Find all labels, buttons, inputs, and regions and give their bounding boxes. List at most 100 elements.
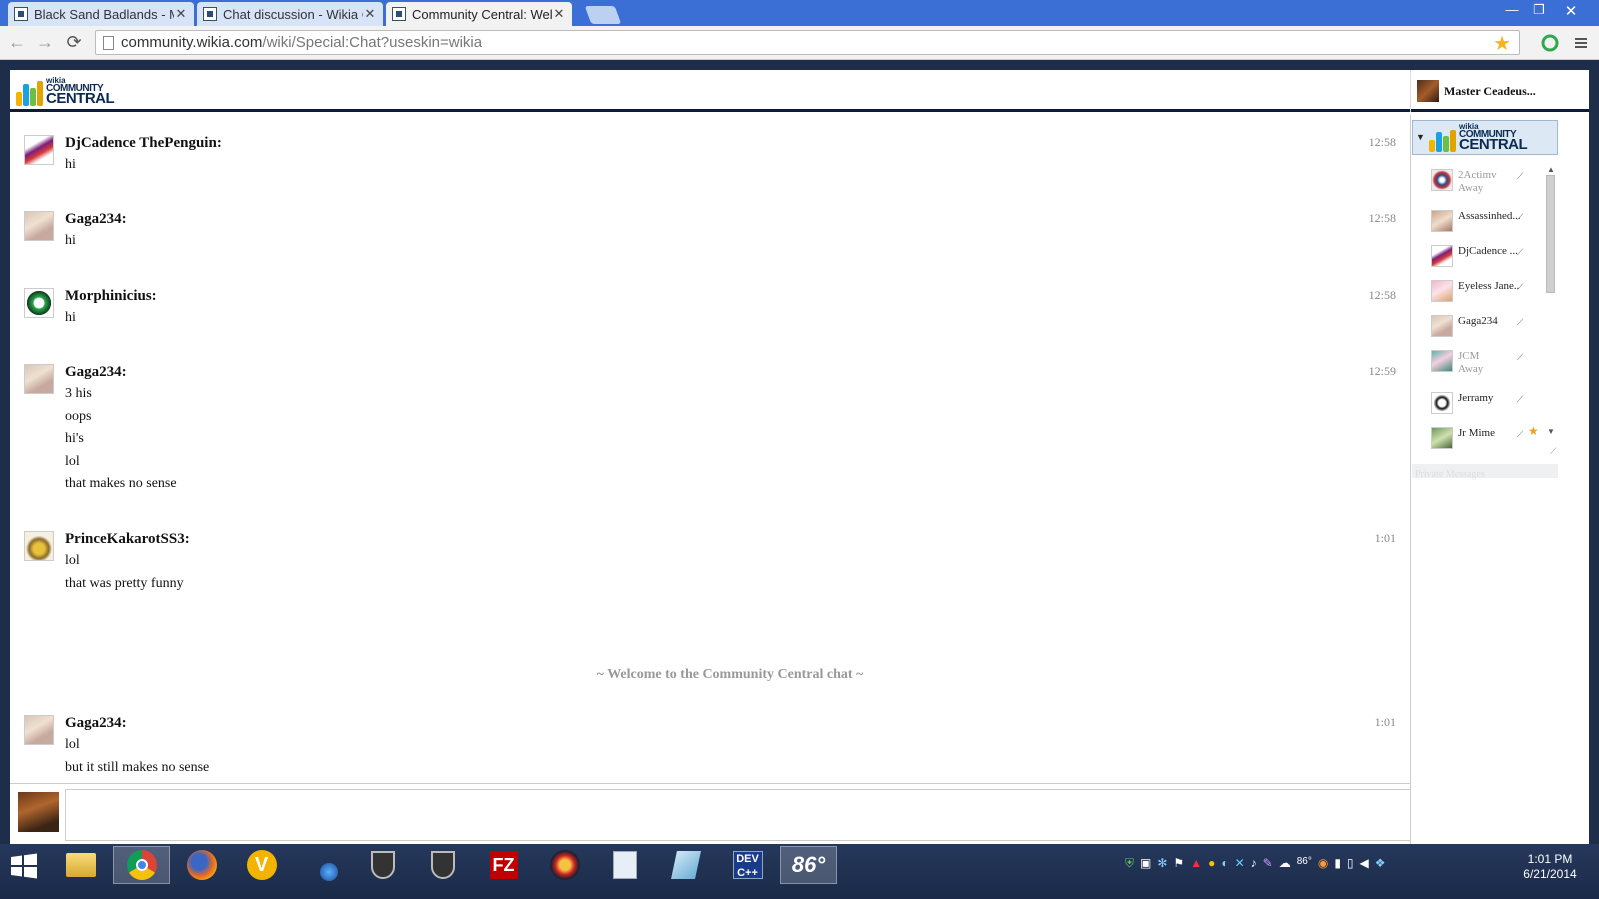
room-header[interactable]: ▼ wikia COMMUNITY CENTRAL (1412, 120, 1558, 155)
tray-shield-icon[interactable]: ⛨ (1125, 856, 1134, 871)
user-list-item[interactable]: Eyeless Jane... ⟋ (1431, 280, 1541, 304)
avatar (1431, 427, 1453, 449)
tab-close-icon[interactable]: ✕ (363, 6, 377, 22)
avatar (1431, 392, 1453, 414)
menu-icon[interactable] (1572, 34, 1590, 52)
tray-adobe-icon[interactable]: ▲ (1190, 856, 1202, 871)
tray-chrome-icon[interactable]: ● (1208, 856, 1215, 871)
tray-x-icon[interactable]: ✕ (1235, 856, 1245, 871)
reload-icon[interactable]: ⟳ (64, 32, 84, 52)
tab-chat-discussion[interactable]: Chat discussion - Wikia C ✕ (197, 2, 383, 26)
avatar[interactable] (24, 715, 54, 745)
avatar[interactable] (24, 135, 54, 165)
message-text: that makes no sense (65, 476, 177, 491)
tray-dropbox-icon[interactable]: ❖ (1375, 856, 1386, 871)
tray-battery-icon[interactable]: ▯ (1347, 856, 1354, 871)
extension-icon[interactable] (1541, 34, 1559, 52)
scroll-down-icon[interactable]: ▼ (1547, 427, 1555, 436)
edit-icon: ⟋ (1517, 394, 1524, 404)
message-input[interactable] (65, 789, 1410, 841)
user-list-item[interactable]: DjCadence ... ⟋ (1431, 245, 1541, 269)
audio-app-taskbar-icon[interactable] (536, 846, 593, 884)
edit-icon: ⟋ (1517, 212, 1524, 222)
resize-grip-icon[interactable]: ⟋ (1550, 446, 1556, 457)
world-of-tanks-alt-taskbar-icon[interactable] (414, 846, 471, 884)
tray-steam-icon[interactable]: ◐ (1221, 856, 1228, 871)
user-list-scrollbar[interactable]: ▲ ▼ (1544, 165, 1558, 458)
user-list-item[interactable]: Assassinhed... ⟋ (1431, 210, 1541, 234)
document-taskbar-icon[interactable] (596, 846, 653, 884)
room-logo: wikia COMMUNITY CENTRAL (1429, 123, 1528, 152)
avatar[interactable] (24, 211, 54, 241)
world-of-tanks-taskbar-icon[interactable] (354, 846, 411, 884)
forward-arrow-icon[interactable]: → (35, 32, 55, 52)
chat-message: Gaga234: 12:58 hi (24, 211, 1396, 251)
address-bar[interactable]: community.wikia.com/wiki/Special:Chat?us… (95, 30, 1520, 55)
tab-close-icon[interactable]: ✕ (552, 6, 566, 22)
message-time: 12:58 (1368, 211, 1396, 225)
window-close-icon[interactable]: ✕ (1560, 2, 1582, 20)
avatar[interactable] (24, 288, 54, 318)
minimize-icon[interactable]: — (1501, 2, 1523, 20)
user-name: Assassinhed... (1458, 210, 1520, 222)
tray-network-monitor-icon[interactable]: ▣ (1140, 856, 1151, 871)
tray-audio-icon[interactable]: ♪ (1251, 856, 1257, 871)
message-username[interactable]: Gaga234: (65, 364, 127, 381)
tray-cloud-icon[interactable]: ☁ (1279, 856, 1291, 871)
vuze-taskbar-icon[interactable]: V (233, 846, 290, 884)
tray-snowflake-icon[interactable]: ✻ (1157, 856, 1167, 871)
user-list-item[interactable]: 2Actimv Away ⟋ (1431, 169, 1541, 199)
chat-page: wikia COMMUNITY CENTRAL Master Ceadeus..… (10, 70, 1589, 844)
chrome-taskbar-icon[interactable] (113, 846, 170, 884)
weather-taskbar-icon[interactable]: 86° (780, 846, 837, 884)
dev-cpp-taskbar-icon[interactable]: DEV C++ (719, 846, 776, 884)
message-username[interactable]: DjCadence ThePenguin: (65, 135, 222, 152)
user-list-item[interactable]: Jr Mime ⟋ ★ (1431, 424, 1541, 451)
chat-message: Gaga234: 12:59 3 his oops hi's lol that … (24, 364, 1396, 494)
tab-title: Chat discussion - Wikia C (223, 6, 363, 22)
bookmark-star-icon[interactable]: ★ (1493, 31, 1511, 56)
tab-black-sand-badlands[interactable]: Black Sand Badlands - Mo ✕ (8, 2, 194, 26)
system-tray: ⛨ ▣ ✻ ⚑ ▲ ● ◐ ✕ ♪ ✎ ☁ 86° ◉ ▮ ▯ ◀ ❖ (1125, 856, 1386, 871)
back-arrow-icon[interactable]: ← (7, 32, 27, 52)
filezilla-taskbar-icon[interactable]: FZ (475, 846, 532, 884)
user-list-item[interactable]: Jerramy ⟋ (1431, 392, 1541, 416)
system-clock[interactable]: 1:01 PM 6/21/2014 (1510, 852, 1590, 882)
user-list-item[interactable]: Gaga234 ⟋ (1431, 315, 1541, 339)
message-username[interactable]: Gaga234: (65, 715, 127, 732)
firefox-taskbar-icon[interactable] (173, 846, 230, 884)
scroll-up-icon[interactable]: ▲ (1547, 165, 1555, 174)
avatar[interactable] (24, 531, 54, 561)
tab-title: Community Central: Welc (412, 6, 552, 22)
tray-pen-icon[interactable]: ✎ (1263, 856, 1273, 871)
tab-close-icon[interactable]: ✕ (174, 6, 188, 22)
tab-title: Black Sand Badlands - Mo (34, 6, 174, 22)
tray-app-icon[interactable]: ◉ (1318, 856, 1328, 871)
current-user[interactable]: Master Ceadeus... (1410, 70, 1589, 112)
tray-flag-icon[interactable]: ⚑ (1173, 856, 1184, 871)
file-explorer-taskbar-icon[interactable] (52, 846, 109, 884)
tab-community-central[interactable]: Community Central: Welc ✕ (386, 2, 572, 26)
avatar[interactable] (24, 364, 54, 394)
globe-taskbar-icon[interactable] (300, 846, 357, 884)
windows-start-icon[interactable] (10, 852, 38, 880)
tray-signal-icon[interactable]: ▮ (1334, 856, 1341, 871)
message-text: oops (65, 408, 92, 424)
message-text: hi's (65, 431, 84, 446)
message-username[interactable]: PrinceKakarotSS3: (65, 531, 190, 548)
tab-favicon-icon (14, 7, 28, 21)
temperature-label: 86° (791, 852, 826, 877)
message-username[interactable]: Morphinicius: (65, 288, 157, 305)
notes-taskbar-icon[interactable] (657, 846, 714, 884)
message-text: hi (65, 310, 76, 325)
tray-volume-icon[interactable]: ◀ (1360, 856, 1369, 871)
collapse-triangle-icon[interactable]: ▼ (1416, 132, 1425, 142)
user-list-item[interactable]: JCM Away ⟋ (1431, 350, 1541, 380)
scroll-thumb[interactable] (1546, 175, 1555, 293)
tray-temperature-icon[interactable]: 86° (1297, 856, 1312, 871)
browser-toolbar: ← → ⟳ community.wikia.com/wiki/Special:C… (0, 26, 1599, 60)
message-username[interactable]: Gaga234: (65, 211, 127, 228)
new-tab-button[interactable] (584, 6, 622, 24)
user-name: Jerramy (1458, 392, 1494, 404)
restore-icon[interactable]: ❐ (1528, 2, 1550, 20)
